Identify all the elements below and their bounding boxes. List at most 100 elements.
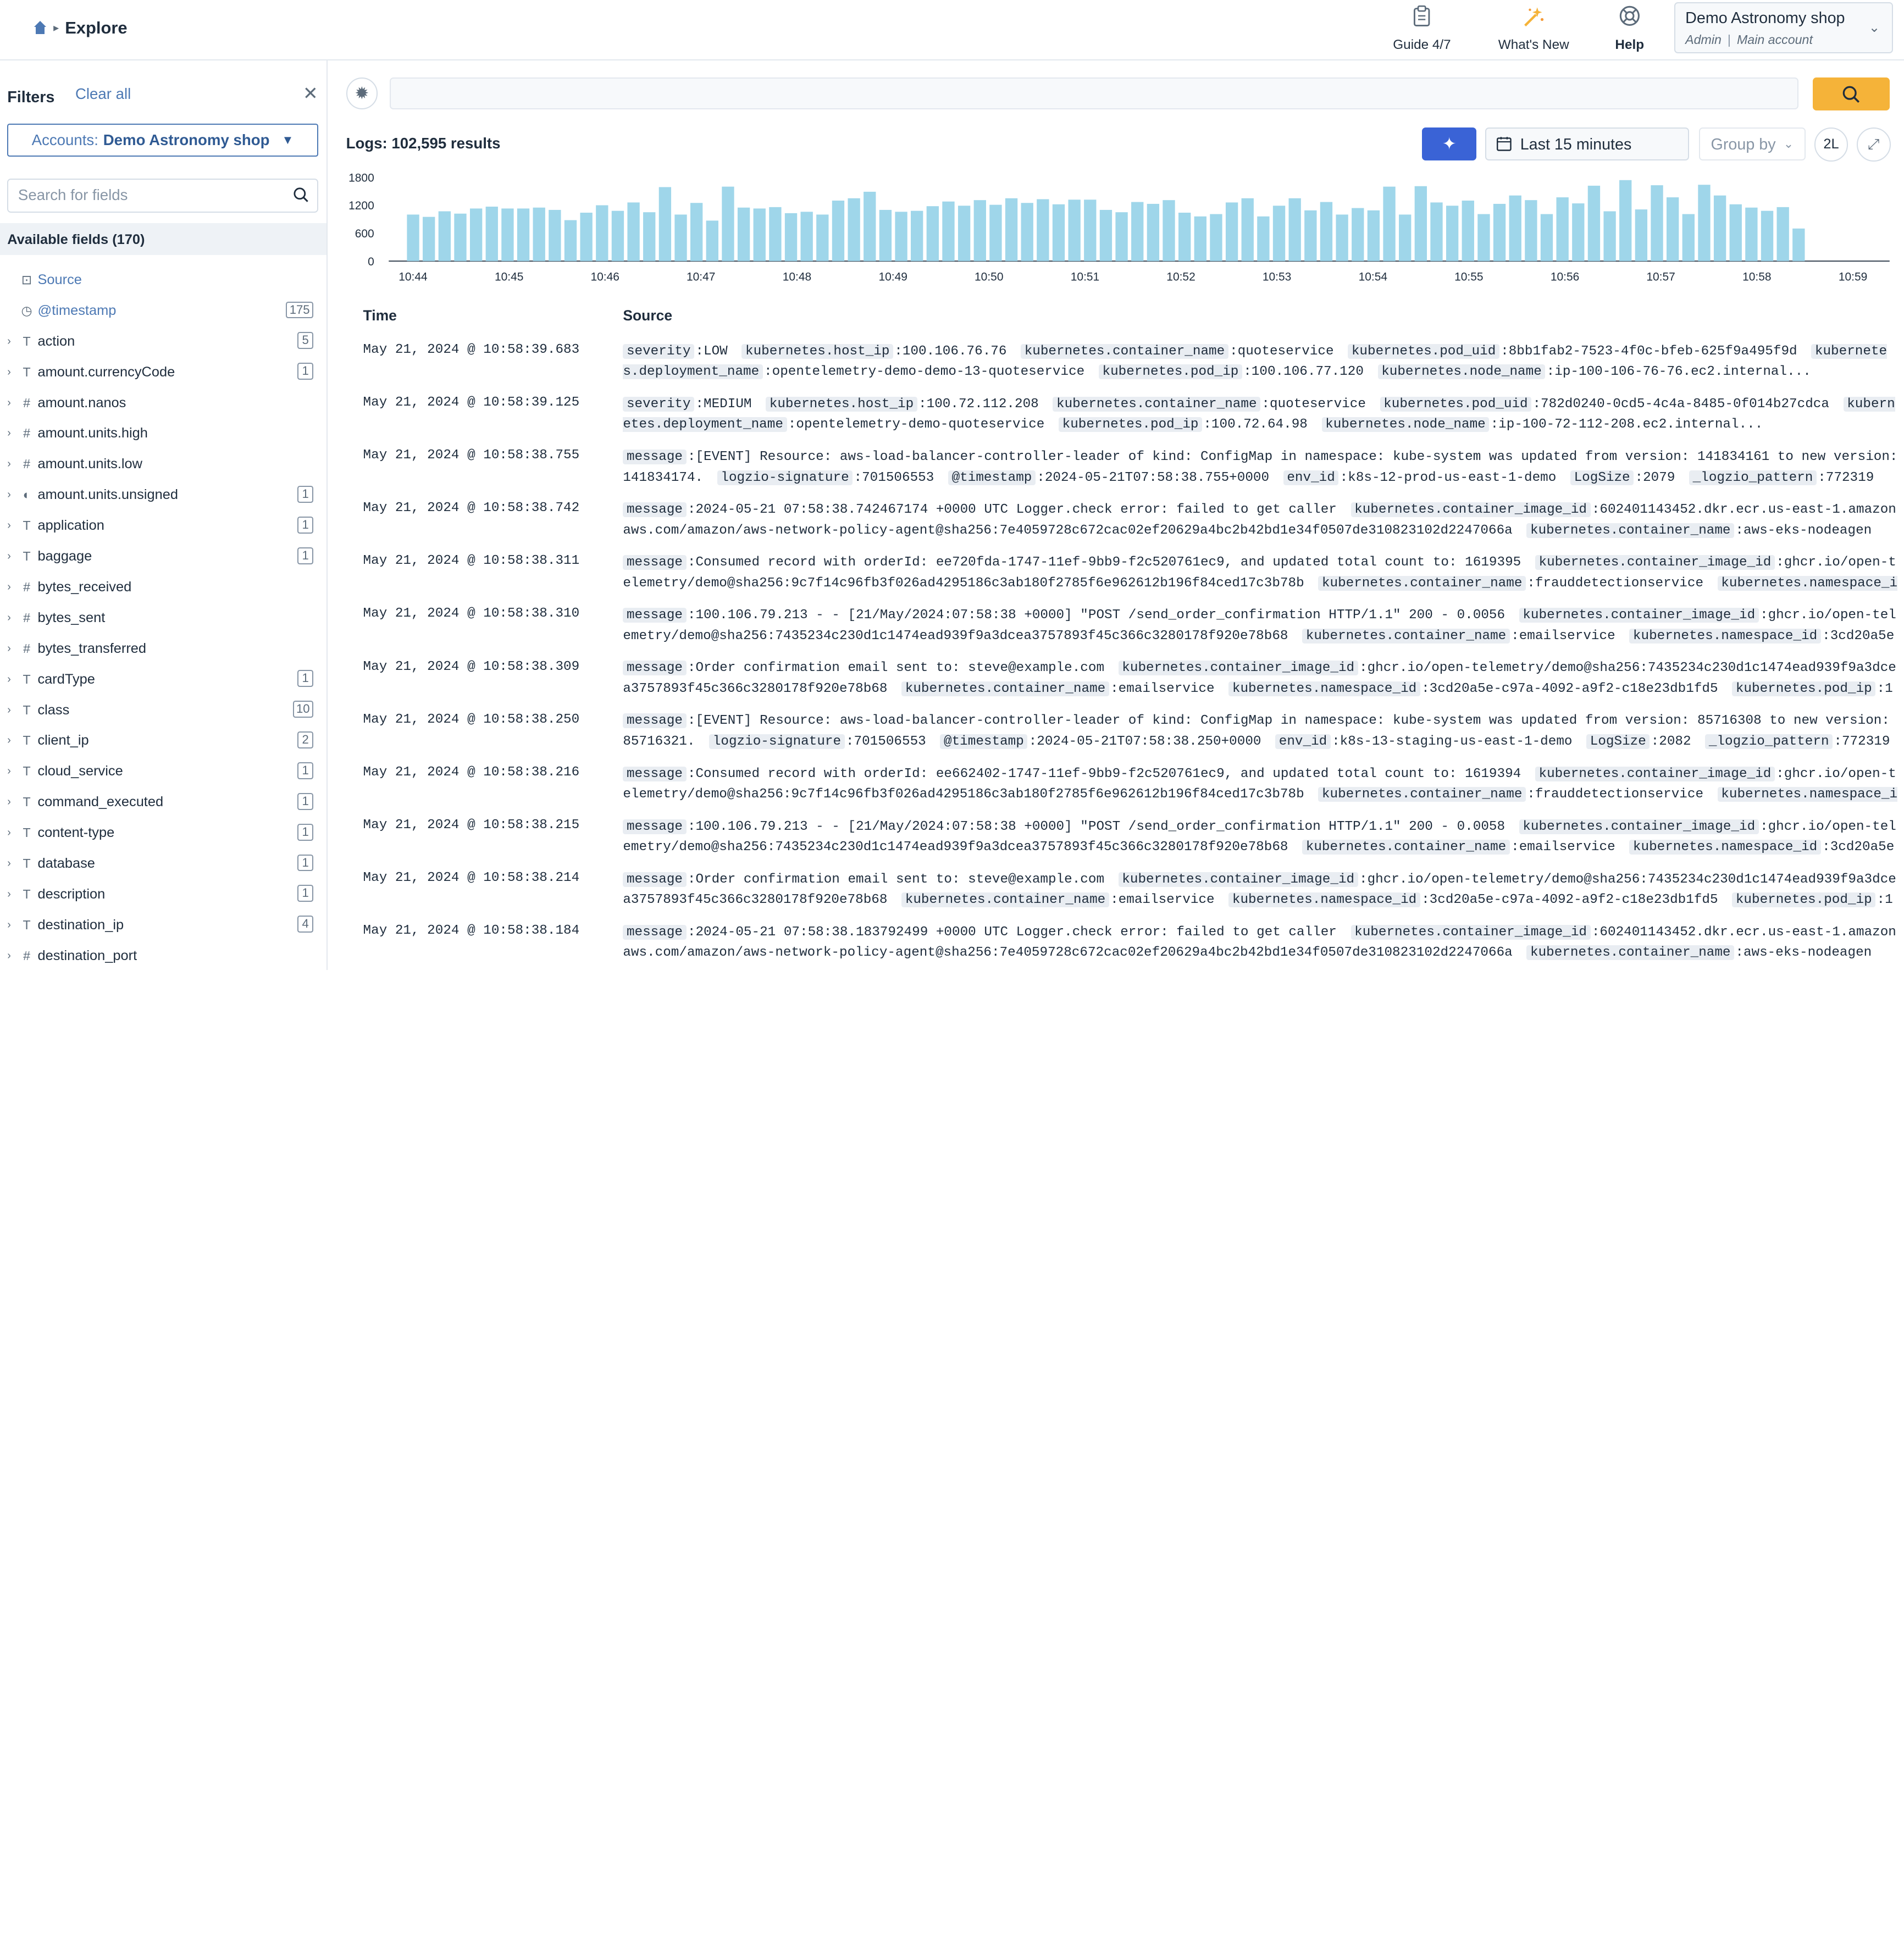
- histogram-bar[interactable]: [1635, 209, 1647, 261]
- histogram-bar[interactable]: [438, 211, 451, 261]
- accounts-dropdown[interactable]: Accounts: Demo Astronomy shop ▼: [7, 124, 318, 157]
- field-item[interactable]: › # bytes_sent: [0, 602, 326, 633]
- field-item[interactable]: › Tclient_ip 2: [0, 725, 326, 756]
- log-row[interactable]: May 21, 2024 @ 10:58:38.184 message:2024-…: [329, 916, 1904, 969]
- field-item[interactable]: › # bytes_transferred: [0, 633, 326, 664]
- field-key[interactable]: kubernetes.container_name: [901, 892, 1109, 908]
- field-item[interactable]: › Tcontent-type 1: [0, 818, 326, 849]
- field-key[interactable]: kubernetes.container_name: [901, 681, 1109, 696]
- field-item[interactable]: › Tamount.currencyCode 1: [0, 357, 326, 387]
- histogram-bar[interactable]: [1083, 199, 1097, 261]
- clear-all-link[interactable]: Clear all: [75, 85, 131, 103]
- field-key[interactable]: severity: [623, 343, 695, 359]
- field-item[interactable]: › Tapplication 1: [0, 511, 326, 541]
- field-key[interactable]: kubernetes.container_name: [1302, 840, 1510, 855]
- histogram-bar[interactable]: [706, 220, 718, 261]
- log-row[interactable]: May 21, 2024 @ 10:58:38.310 message:100.1…: [329, 599, 1904, 652]
- histogram-bar[interactable]: [1540, 214, 1553, 261]
- histogram-bar[interactable]: [737, 207, 750, 261]
- histogram-bar[interactable]: [1178, 212, 1191, 261]
- fullscreen-icon[interactable]: ⤢: [1856, 127, 1891, 162]
- histogram-bar[interactable]: [942, 201, 955, 261]
- histogram-bar[interactable]: [957, 206, 970, 261]
- chevron-right-icon[interactable]: ›: [7, 335, 19, 348]
- histogram-bar[interactable]: [1682, 214, 1695, 261]
- field-key[interactable]: _logzio_pattern: [1689, 470, 1817, 485]
- histogram-bar[interactable]: [1099, 209, 1112, 261]
- field-item[interactable]: ◷ @timestamp 175: [0, 295, 326, 326]
- log-row[interactable]: May 21, 2024 @ 10:58:39.683 severity:LOW …: [329, 335, 1904, 388]
- search-icon[interactable]: [293, 187, 309, 203]
- histogram-bar[interactable]: [1241, 198, 1254, 261]
- field-key[interactable]: kubernetes.namespace_id: [1228, 892, 1420, 908]
- log-row[interactable]: May 21, 2024 @ 10:58:38.250 message:[EVEN…: [329, 705, 1904, 757]
- field-key[interactable]: kubernetes.host_ip: [766, 396, 917, 412]
- field-key[interactable]: kubernetes.host_ip: [741, 343, 894, 359]
- histogram-bar[interactable]: [863, 191, 876, 261]
- field-key[interactable]: message: [623, 924, 687, 940]
- field-key[interactable]: @timestamp: [940, 734, 1028, 749]
- histogram-bar[interactable]: [1398, 214, 1412, 261]
- field-key[interactable]: message: [623, 819, 687, 834]
- chevron-right-icon[interactable]: ›: [7, 550, 19, 563]
- field-key[interactable]: @timestamp: [948, 470, 1036, 485]
- histogram-bar[interactable]: [848, 198, 860, 261]
- histogram-bar[interactable]: [1225, 202, 1238, 261]
- histogram-bar[interactable]: [1493, 203, 1506, 261]
- histogram-bar[interactable]: [643, 212, 656, 261]
- chevron-right-icon[interactable]: ›: [7, 427, 19, 440]
- histogram-bar[interactable]: [517, 208, 529, 261]
- histogram-bar[interactable]: [611, 210, 624, 261]
- field-key[interactable]: kubernetes.container_image_id: [1535, 555, 1775, 570]
- histogram-bar[interactable]: [1147, 203, 1159, 261]
- chevron-right-icon[interactable]: ›: [7, 519, 19, 532]
- field-key[interactable]: kubernetes.container_name: [1526, 945, 1735, 961]
- chevron-right-icon[interactable]: ›: [7, 704, 19, 717]
- field-item[interactable]: › Tdescription 1: [0, 879, 326, 910]
- field-key[interactable]: kubernetes.container_image_id: [1118, 872, 1358, 887]
- histogram-bar[interactable]: [1115, 212, 1128, 261]
- field-item[interactable]: › Tbaggage 1: [0, 541, 326, 572]
- home-icon[interactable]: [33, 20, 48, 36]
- guide-button[interactable]: Guide 4/7: [1384, 5, 1459, 53]
- histogram-bar[interactable]: [580, 212, 593, 261]
- histogram-bar[interactable]: [926, 206, 939, 261]
- histogram-bar[interactable]: [548, 209, 561, 261]
- field-item[interactable]: › # destination_port: [0, 940, 326, 970]
- field-key[interactable]: kubernetes.pod_ip: [1732, 681, 1876, 696]
- log-row[interactable]: May 21, 2024 @ 10:58:38.742 message:2024-…: [329, 493, 1904, 546]
- field-key[interactable]: kubernetes.container_name: [1526, 523, 1735, 538]
- field-key[interactable]: kubernetes.container_image_id: [1519, 608, 1759, 623]
- histogram-bar[interactable]: [910, 210, 923, 261]
- histogram-bar[interactable]: [627, 202, 640, 261]
- chevron-right-icon[interactable]: ›: [7, 642, 19, 655]
- field-item[interactable]: › # bytes_received: [0, 572, 326, 603]
- field-item[interactable]: › # amount.units.high: [0, 418, 326, 449]
- log-row[interactable]: May 21, 2024 @ 10:58:39.125 severity:MEDI…: [329, 388, 1904, 441]
- histogram-bar[interactable]: [816, 214, 829, 261]
- help-button[interactable]: Help: [1607, 5, 1653, 53]
- histogram-bar[interactable]: [1194, 216, 1206, 261]
- chevron-right-icon[interactable]: ›: [7, 397, 19, 409]
- source-column-header[interactable]: Source: [623, 307, 672, 324]
- field-key[interactable]: kubernetes.container_image_id: [1350, 924, 1591, 940]
- field-key[interactable]: message: [623, 872, 687, 887]
- histogram-bar[interactable]: [1587, 185, 1600, 261]
- histogram-bar[interactable]: [1288, 198, 1301, 261]
- field-key[interactable]: kubernetes.container_name: [1318, 575, 1526, 591]
- histogram-bar[interactable]: [1209, 214, 1222, 261]
- chevron-right-icon[interactable]: ›: [7, 581, 19, 594]
- histogram-bar[interactable]: [721, 186, 734, 261]
- field-key[interactable]: kubernetes.pod_ip: [1098, 364, 1242, 380]
- histogram-bar[interactable]: [564, 220, 577, 261]
- chevron-right-icon[interactable]: ›: [7, 612, 19, 624]
- histogram-bar[interactable]: [533, 207, 545, 261]
- histogram-bar[interactable]: [784, 213, 797, 261]
- histogram-bar[interactable]: [1509, 195, 1521, 261]
- field-key[interactable]: kubernetes.container_image_id: [1118, 661, 1358, 676]
- histogram-bar[interactable]: [422, 217, 435, 261]
- histogram-bar[interactable]: [1713, 195, 1726, 261]
- histogram-bar[interactable]: [1477, 214, 1490, 261]
- field-key[interactable]: kubernetes.pod_uid: [1348, 343, 1499, 359]
- histogram-bar[interactable]: [1446, 206, 1459, 261]
